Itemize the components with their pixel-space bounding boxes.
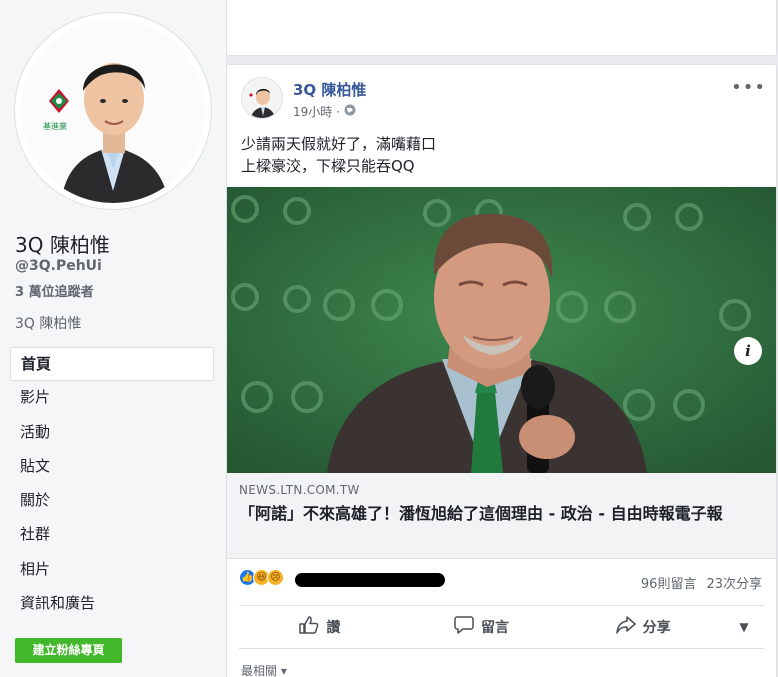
nav-item-photos[interactable]: 相片 — [10, 553, 214, 587]
nav-item-info-ads[interactable]: 資訊和廣告 — [10, 587, 214, 621]
profile-avatar[interactable]: 基進黨 — [14, 12, 212, 210]
party-logo-text: 基進黨 — [43, 121, 67, 131]
share-icon — [615, 616, 636, 638]
sad-reaction-icon: 😢 — [267, 569, 284, 586]
more-icon[interactable]: ••• — [731, 77, 766, 98]
page-name[interactable]: 3Q 陳柏惟 — [15, 229, 110, 258]
like-label: 讚 — [326, 620, 341, 636]
redacted-reactors — [295, 573, 445, 587]
like-button[interactable]: 讚 — [239, 616, 401, 638]
post-meta: 19小時 · — [293, 103, 356, 120]
post-author-avatar[interactable] — [241, 77, 283, 119]
post-timestamp[interactable]: 19小時 — [293, 103, 332, 120]
share-button[interactable]: 分享 — [562, 616, 724, 638]
comment-sort[interactable]: 最相關 ▾ — [241, 662, 287, 677]
nav-item-community[interactable]: 社群 — [10, 518, 214, 552]
composer-card — [226, 0, 777, 56]
post-text: 少請兩天假就好了，滿嘴藉口 上樑豪洨，下樑只能吞QQ — [241, 133, 436, 177]
comment-button[interactable]: 留言 — [401, 616, 563, 638]
share-label: 分享 — [642, 620, 671, 636]
create-page-button[interactable]: 建立粉絲專頁 — [15, 638, 122, 663]
page-handle[interactable]: @3Q.PehUi — [15, 258, 102, 274]
meta-separator: · — [336, 104, 341, 119]
comment-icon — [454, 616, 474, 638]
shares-count[interactable]: 23次分享 — [706, 573, 762, 592]
page-subname: 3Q 陳柏惟 — [15, 316, 82, 332]
reactions-summary[interactable]: 👍 😆 😢 — [239, 569, 284, 586]
post-card: 3Q 陳柏惟 19小時 · ••• 少請兩天假就好了，滿嘴藉口 上樑豪洨，下樑只… — [226, 64, 777, 677]
globe-icon[interactable] — [344, 104, 356, 119]
nav-item-about[interactable]: 關於 — [10, 484, 214, 518]
post-actions: 讚 留言 分享 ▼ — [239, 605, 764, 649]
post-text-line: 上樑豪洨，下樑只能吞QQ — [241, 157, 415, 175]
nav-item-videos[interactable]: 影片 — [10, 381, 214, 415]
sort-label: 最相關 — [241, 664, 278, 677]
engagement-counts: 96則留言 23次分享 — [641, 573, 762, 592]
nav-item-posts[interactable]: 貼文 — [10, 450, 214, 484]
link-preview-box[interactable]: NEWS.LTN.COM.TW 「阿諾」不來高雄了！潘恆旭給了這個理由 - 政治… — [227, 473, 776, 559]
comment-label: 留言 — [481, 620, 509, 636]
nav-item-events[interactable]: 活動 — [10, 416, 214, 450]
chevron-down-icon[interactable]: ▼ — [724, 620, 764, 634]
comments-count[interactable]: 96則留言 — [641, 573, 697, 592]
link-title[interactable]: 「阿諾」不來高雄了！潘恆旭給了這個理由 - 政治 - 自由時報電子報 — [239, 503, 759, 525]
thumbs-up-icon — [299, 616, 319, 638]
post-author-name[interactable]: 3Q 陳柏惟 — [293, 79, 366, 100]
link-domain: NEWS.LTN.COM.TW — [239, 483, 360, 497]
page-sidebar: 基進黨 3Q 陳柏惟 @3Q.PehUi 3 萬位追蹤者 3Q 陳柏惟 首頁 影… — [0, 0, 226, 677]
info-icon[interactable]: i — [734, 337, 762, 365]
nav-item-home[interactable]: 首頁 — [10, 347, 214, 382]
sort-caret-icon: ▾ — [280, 664, 287, 677]
link-preview-image[interactable] — [227, 187, 776, 473]
followers-count: 3 萬位追蹤者 — [15, 285, 94, 300]
page-nav: 首頁 影片 活動 貼文 關於 社群 相片 資訊和廣告 — [10, 347, 214, 621]
post-text-line: 少請兩天假就好了，滿嘴藉口 — [241, 135, 437, 153]
profile-photo: 基進黨 — [21, 19, 205, 203]
